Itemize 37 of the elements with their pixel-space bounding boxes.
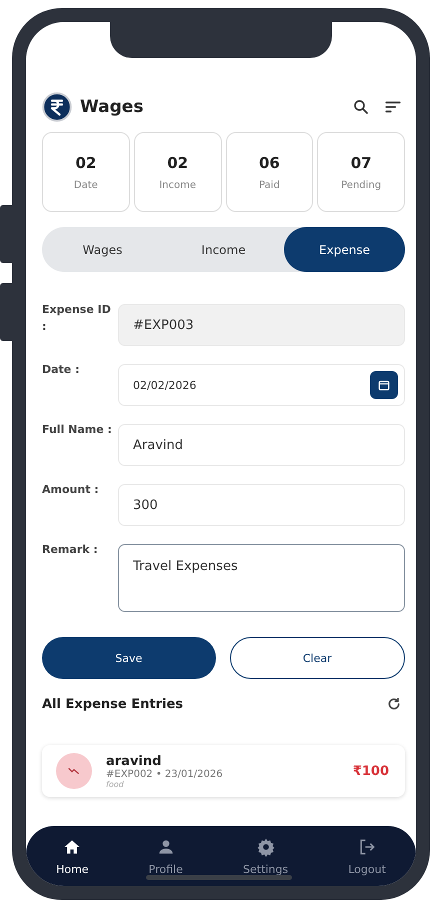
nav-item[interactable]: Logout — [342, 836, 392, 876]
calendar-icon[interactable] — [370, 371, 398, 399]
stat-value: 06 — [258, 154, 280, 172]
tab[interactable]: Expense — [284, 227, 405, 272]
stat-value: 02 — [167, 154, 188, 172]
entry-card[interactable]: aravind #EXP002 • 23/01/2026 food ₹100 — [42, 745, 405, 797]
field-label: Amount : — [42, 482, 100, 498]
entry-amount: ₹100 — [352, 764, 389, 778]
rupee-logo-icon — [42, 92, 72, 122]
nav-item[interactable]: Home — [50, 836, 95, 876]
entry-category: food — [106, 780, 125, 788]
entry-meta: #EXP002 • 23/01/2026 — [106, 768, 224, 780]
section-title: All Expense Entries — [42, 696, 183, 712]
app-title: Wages — [80, 97, 144, 117]
nav-item[interactable]: Profile — [142, 836, 189, 876]
field-label: Date : — [42, 362, 81, 378]
stat-value: 07 — [350, 154, 372, 172]
gear-icon — [256, 836, 276, 856]
tab[interactable]: Income — [163, 227, 284, 272]
stat-value: 02 — [75, 154, 96, 172]
trend-down-icon — [56, 753, 92, 789]
clear-button[interactable]: Clear — [230, 637, 405, 679]
field-label: Full Name : — [42, 422, 112, 438]
entry-name: aravind — [106, 754, 162, 768]
input-field: #EXP003 — [118, 304, 405, 346]
date-field[interactable]: 02/02/2026 — [118, 364, 405, 406]
field-label: Remark : — [42, 542, 99, 558]
stat-label: Pending — [341, 180, 382, 190]
stat-label: Date — [74, 180, 98, 190]
stat-label: Income — [159, 180, 196, 190]
stat-label: Paid — [258, 180, 280, 190]
input-field[interactable]: 300 — [118, 484, 405, 526]
tab[interactable]: Wages — [42, 227, 163, 272]
input-field[interactable]: Aravind — [118, 424, 405, 466]
text-area[interactable]: Travel Expenses — [118, 544, 405, 612]
save-button[interactable]: Save — [42, 637, 216, 679]
field-label: Expense ID : — [42, 302, 112, 334]
